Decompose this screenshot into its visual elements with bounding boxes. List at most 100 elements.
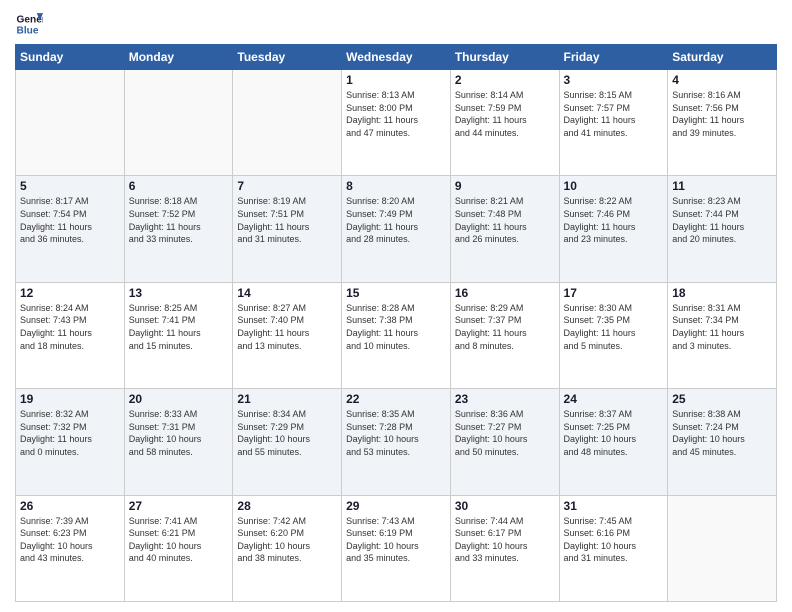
cell-info: Sunrise: 7:43 AM Sunset: 6:19 PM Dayligh…: [346, 515, 446, 565]
cell-info: Sunrise: 8:23 AM Sunset: 7:44 PM Dayligh…: [672, 195, 772, 245]
logo: General Blue: [15, 10, 47, 38]
cell-info: Sunrise: 8:13 AM Sunset: 8:00 PM Dayligh…: [346, 89, 446, 139]
calendar-cell: 25Sunrise: 8:38 AM Sunset: 7:24 PM Dayli…: [668, 389, 777, 495]
calendar-cell: 17 Sunrise: 8:30 AM Sunset: 7:35 PM Dayli…: [559, 282, 668, 388]
cell-info: Sunrise: 8:37 AM Sunset: 7:25 PM Dayligh…: [564, 408, 664, 458]
day-number: 16: [455, 286, 555, 300]
cell-info: Sunrise: 8:34 AM Sunset: 7:29 PM Dayligh…: [237, 408, 337, 458]
day-number: 4: [672, 73, 772, 87]
calendar-cell: [233, 70, 342, 176]
calendar-cell: 8 Sunrise: 8:20 AM Sunset: 7:49 PM Daylig…: [342, 176, 451, 282]
day-number: 7: [237, 179, 337, 193]
calendar-cell: 30 Sunrise: 7:44 AM Sunset: 6:17 PM Dayli…: [450, 495, 559, 601]
calendar-header-tuesday: Tuesday: [233, 45, 342, 70]
day-number: 3: [564, 73, 664, 87]
calendar-table: SundayMondayTuesdayWednesdayThursdayFrid…: [15, 44, 777, 602]
day-number: 11: [672, 179, 772, 193]
day-number: 29: [346, 499, 446, 513]
header: General Blue: [15, 10, 777, 38]
calendar-cell: 4 Sunrise: 8:16 AM Sunset: 7:56 PM Daylig…: [668, 70, 777, 176]
cell-info: Sunrise: 7:44 AM Sunset: 6:17 PM Dayligh…: [455, 515, 555, 565]
calendar-cell: 11 Sunrise: 8:23 AM Sunset: 7:44 PM Dayli…: [668, 176, 777, 282]
cell-info: Sunrise: 8:36 AM Sunset: 7:27 PM Dayligh…: [455, 408, 555, 458]
calendar-header-monday: Monday: [124, 45, 233, 70]
cell-info: Sunrise: 8:38 AM Sunset: 7:24 PM Dayligh…: [672, 408, 772, 458]
cell-info: Sunrise: 8:29 AM Sunset: 7:37 PM Dayligh…: [455, 302, 555, 352]
calendar-cell: 31 Sunrise: 7:45 AM Sunset: 6:16 PM Dayli…: [559, 495, 668, 601]
calendar-cell: 5 Sunrise: 8:17 AM Sunset: 7:54 PM Daylig…: [16, 176, 125, 282]
svg-text:Blue: Blue: [17, 25, 39, 36]
day-number: 1: [346, 73, 446, 87]
calendar-cell: 23 Sunrise: 8:36 AM Sunset: 7:27 PM Dayli…: [450, 389, 559, 495]
cell-info: Sunrise: 8:31 AM Sunset: 7:34 PM Dayligh…: [672, 302, 772, 352]
day-number: 8: [346, 179, 446, 193]
day-number: 9: [455, 179, 555, 193]
day-number: 6: [129, 179, 229, 193]
cell-info: Sunrise: 7:41 AM Sunset: 6:21 PM Dayligh…: [129, 515, 229, 565]
calendar-cell: 10 Sunrise: 8:22 AM Sunset: 7:46 PM Dayli…: [559, 176, 668, 282]
day-number: 19: [20, 392, 120, 406]
cell-info: Sunrise: 8:24 AM Sunset: 7:43 PM Dayligh…: [20, 302, 120, 352]
calendar-cell: 21 Sunrise: 8:34 AM Sunset: 7:29 PM Dayli…: [233, 389, 342, 495]
cell-info: Sunrise: 8:18 AM Sunset: 7:52 PM Dayligh…: [129, 195, 229, 245]
day-number: 18: [672, 286, 772, 300]
calendar-cell: 15 Sunrise: 8:28 AM Sunset: 7:38 PM Dayli…: [342, 282, 451, 388]
day-number: 14: [237, 286, 337, 300]
calendar-header-thursday: Thursday: [450, 45, 559, 70]
calendar-cell: 13Sunrise: 8:25 AM Sunset: 7:41 PM Dayli…: [124, 282, 233, 388]
calendar-cell: [16, 70, 125, 176]
cell-info: Sunrise: 7:42 AM Sunset: 6:20 PM Dayligh…: [237, 515, 337, 565]
day-number: 13: [129, 286, 229, 300]
cell-info: Sunrise: 8:35 AM Sunset: 7:28 PM Dayligh…: [346, 408, 446, 458]
day-number: 5: [20, 179, 120, 193]
day-number: 28: [237, 499, 337, 513]
calendar-cell: 20 Sunrise: 8:33 AM Sunset: 7:31 PM Dayli…: [124, 389, 233, 495]
cell-info: Sunrise: 8:15 AM Sunset: 7:57 PM Dayligh…: [564, 89, 664, 139]
calendar-cell: 2Sunrise: 8:14 AM Sunset: 7:59 PM Daylig…: [450, 70, 559, 176]
cell-info: Sunrise: 7:45 AM Sunset: 6:16 PM Dayligh…: [564, 515, 664, 565]
cell-info: Sunrise: 8:33 AM Sunset: 7:31 PM Dayligh…: [129, 408, 229, 458]
cell-info: Sunrise: 8:19 AM Sunset: 7:51 PM Dayligh…: [237, 195, 337, 245]
calendar-cell: [668, 495, 777, 601]
calendar-cell: 24 Sunrise: 8:37 AM Sunset: 7:25 PM Dayli…: [559, 389, 668, 495]
calendar-header-row: SundayMondayTuesdayWednesdayThursdayFrid…: [16, 45, 777, 70]
cell-info: Sunrise: 8:21 AM Sunset: 7:48 PM Dayligh…: [455, 195, 555, 245]
cell-info: Sunrise: 7:39 AM Sunset: 6:23 PM Dayligh…: [20, 515, 120, 565]
calendar-cell: 19Sunrise: 8:32 AM Sunset: 7:32 PM Dayli…: [16, 389, 125, 495]
calendar-header-saturday: Saturday: [668, 45, 777, 70]
calendar-cell: 22 Sunrise: 8:35 AM Sunset: 7:28 PM Dayli…: [342, 389, 451, 495]
cell-info: Sunrise: 8:22 AM Sunset: 7:46 PM Dayligh…: [564, 195, 664, 245]
calendar-cell: 16 Sunrise: 8:29 AM Sunset: 7:37 PM Dayli…: [450, 282, 559, 388]
day-number: 2: [455, 73, 555, 87]
page: General Blue SundayMondayTuesdayWednesda…: [0, 0, 792, 612]
day-number: 27: [129, 499, 229, 513]
calendar-cell: 18 Sunrise: 8:31 AM Sunset: 7:34 PM Dayli…: [668, 282, 777, 388]
calendar-header-sunday: Sunday: [16, 45, 125, 70]
cell-info: Sunrise: 8:17 AM Sunset: 7:54 PM Dayligh…: [20, 195, 120, 245]
day-number: 17: [564, 286, 664, 300]
day-number: 15: [346, 286, 446, 300]
calendar-cell: 14 Sunrise: 8:27 AM Sunset: 7:40 PM Dayli…: [233, 282, 342, 388]
calendar-cell: 6 Sunrise: 8:18 AM Sunset: 7:52 PM Daylig…: [124, 176, 233, 282]
calendar-cell: 1 Sunrise: 8:13 AM Sunset: 8:00 PM Daylig…: [342, 70, 451, 176]
calendar-header-friday: Friday: [559, 45, 668, 70]
day-number: 20: [129, 392, 229, 406]
day-number: 31: [564, 499, 664, 513]
cell-info: Sunrise: 8:27 AM Sunset: 7:40 PM Dayligh…: [237, 302, 337, 352]
day-number: 24: [564, 392, 664, 406]
calendar-header-wednesday: Wednesday: [342, 45, 451, 70]
cell-info: Sunrise: 8:28 AM Sunset: 7:38 PM Dayligh…: [346, 302, 446, 352]
calendar-cell: 12Sunrise: 8:24 AM Sunset: 7:43 PM Dayli…: [16, 282, 125, 388]
calendar-cell: 3 Sunrise: 8:15 AM Sunset: 7:57 PM Daylig…: [559, 70, 668, 176]
cell-info: Sunrise: 8:20 AM Sunset: 7:49 PM Dayligh…: [346, 195, 446, 245]
day-number: 30: [455, 499, 555, 513]
calendar-cell: 26 Sunrise: 7:39 AM Sunset: 6:23 PM Dayli…: [16, 495, 125, 601]
day-number: 26: [20, 499, 120, 513]
day-number: 10: [564, 179, 664, 193]
calendar-cell: 29 Sunrise: 7:43 AM Sunset: 6:19 PM Dayli…: [342, 495, 451, 601]
cell-info: Sunrise: 8:16 AM Sunset: 7:56 PM Dayligh…: [672, 89, 772, 139]
day-number: 22: [346, 392, 446, 406]
day-number: 21: [237, 392, 337, 406]
cell-info: Sunrise: 8:30 AM Sunset: 7:35 PM Dayligh…: [564, 302, 664, 352]
day-number: 23: [455, 392, 555, 406]
